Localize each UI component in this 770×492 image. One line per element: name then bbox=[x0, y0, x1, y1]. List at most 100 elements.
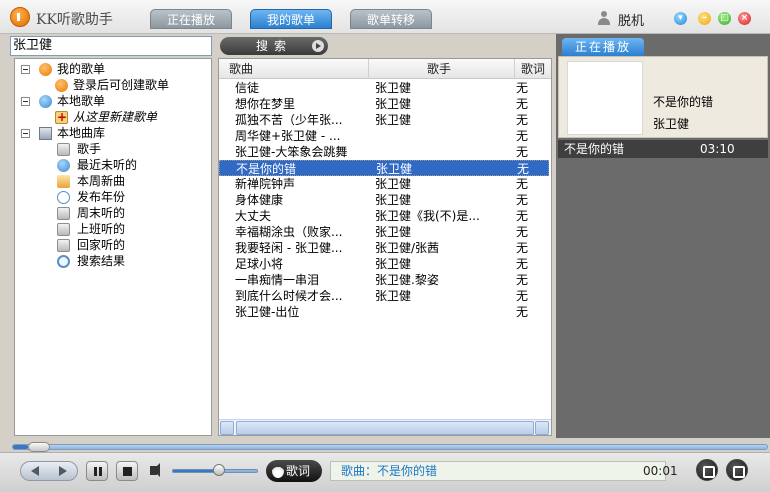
song-cell: 我要轻闲 - 张卫健... bbox=[235, 241, 343, 255]
collapse-icon[interactable] bbox=[21, 129, 30, 138]
tree-item-weekend[interactable]: 周末听的 bbox=[21, 205, 209, 221]
volume-icon[interactable] bbox=[150, 463, 160, 477]
horizontal-scrollbar[interactable] bbox=[219, 419, 551, 435]
table-row[interactable]: 身体健康 张卫健 无 bbox=[219, 192, 549, 208]
lyrics-cell: 无 bbox=[516, 305, 529, 319]
now-playing-info: 不是你的错 张卫健 bbox=[558, 56, 768, 138]
tab-now-playing[interactable]: 正在播放 bbox=[150, 9, 232, 29]
tree-label: 周末听的 bbox=[77, 206, 126, 220]
tree-item-home[interactable]: 回家听的 bbox=[21, 237, 209, 253]
tree-item-login-hint[interactable]: 登录后可创建歌单 bbox=[21, 77, 209, 93]
prev-next-control bbox=[20, 461, 78, 481]
tree-item-recent[interactable]: 最近未听的 bbox=[21, 157, 209, 173]
song-cell: 到底什么时候才会... bbox=[235, 289, 343, 303]
playlist-toggle-icon[interactable] bbox=[726, 459, 748, 481]
pause-button[interactable] bbox=[86, 461, 108, 481]
minimize-icon[interactable]: – bbox=[698, 12, 711, 25]
table-row[interactable]: 张卫健-出位 无 bbox=[219, 304, 549, 320]
table-row[interactable]: 我要轻闲 - 张卫健... 张卫健/张茜 无 bbox=[219, 240, 549, 256]
collapse-icon[interactable] bbox=[21, 65, 30, 74]
lyrics-cell: 无 bbox=[516, 81, 529, 95]
close-icon[interactable]: × bbox=[738, 12, 751, 25]
song-cell: 幸福糊涂虫（败家... bbox=[235, 225, 343, 239]
table-row[interactable]: 新禅院钟声 张卫健 无 bbox=[219, 176, 549, 192]
lyrics-cell: 无 bbox=[516, 225, 529, 239]
playlist-item[interactable]: 不是你的错 03:10 bbox=[558, 140, 768, 158]
next-icon[interactable] bbox=[59, 466, 67, 476]
table-row[interactable]: 到底什么时候才会... 张卫健 无 bbox=[219, 288, 549, 304]
singer-icon bbox=[57, 143, 70, 156]
tree-label: 歌手 bbox=[77, 142, 102, 156]
lyrics-cell: 无 bbox=[516, 193, 529, 207]
scroll-right-icon[interactable] bbox=[535, 421, 549, 435]
tree-item-local-playlists[interactable]: 本地歌单 bbox=[21, 93, 209, 109]
music-note-icon bbox=[272, 464, 284, 478]
tree-label: 搜索结果 bbox=[77, 254, 126, 268]
album-cover bbox=[567, 61, 643, 135]
search-input[interactable]: 张卫健 bbox=[10, 36, 212, 56]
table-row[interactable]: 一串痴情一串泪 张卫健.黎姿 无 bbox=[219, 272, 549, 288]
artist-cell: 张卫健 bbox=[375, 113, 412, 127]
table-row[interactable]: 幸福糊涂虫（败家... 张卫健 无 bbox=[219, 224, 549, 240]
scroll-thumb[interactable] bbox=[236, 421, 534, 435]
search-button[interactable]: 搜索 bbox=[220, 37, 328, 55]
local-icon bbox=[39, 95, 52, 108]
tree-item-search-results[interactable]: 搜索结果 bbox=[21, 253, 209, 269]
tree-item-new-songs[interactable]: 本周新曲 bbox=[21, 173, 209, 189]
artist-cell: 张卫健 bbox=[375, 177, 412, 191]
column-header-lyrics[interactable]: 歌词 bbox=[515, 59, 551, 79]
artist-cell: 张卫健/张茜 bbox=[375, 241, 440, 255]
table-row[interactable]: 张卫健-大笨象会跳舞 无 bbox=[219, 144, 549, 160]
table-row[interactable]: 足球小将 张卫健 无 bbox=[219, 256, 549, 272]
tree-item-singer[interactable]: 歌手 bbox=[21, 141, 209, 157]
lyrics-button[interactable]: 歌词 bbox=[266, 460, 322, 482]
scroll-left-icon[interactable] bbox=[220, 421, 234, 435]
mini-mode-icon[interactable] bbox=[696, 459, 718, 481]
search-icon bbox=[57, 255, 70, 268]
playlist-item-duration: 03:10 bbox=[700, 142, 735, 156]
tree-item-local-library[interactable]: 本地曲库 bbox=[21, 125, 209, 141]
artist-cell: 张卫健.黎姿 bbox=[375, 273, 439, 287]
table-row[interactable]: 信徒 张卫健 无 bbox=[219, 80, 549, 96]
new-song-icon bbox=[57, 175, 70, 188]
stop-button[interactable] bbox=[116, 461, 138, 481]
table-row[interactable]: 不是你的错 张卫健 无 bbox=[219, 160, 549, 176]
table-row[interactable]: 大丈夫 张卫健《我(不)是... 无 bbox=[219, 208, 549, 224]
playback-progress-bar[interactable] bbox=[12, 442, 768, 452]
maximize-icon[interactable]: □ bbox=[718, 12, 731, 25]
tab-my-playlists[interactable]: 我的歌单 bbox=[250, 9, 332, 29]
offline-button[interactable]: 脱机 bbox=[618, 10, 644, 29]
artist-cell: 张卫健 bbox=[376, 162, 413, 176]
column-header-artist[interactable]: 歌手 bbox=[369, 59, 515, 79]
tab-playlist-transfer[interactable]: 歌单转移 bbox=[350, 9, 432, 29]
column-header-song[interactable]: 歌曲 bbox=[219, 59, 369, 79]
playlist-icon bbox=[39, 63, 52, 76]
help-icon[interactable]: ▾ bbox=[674, 12, 687, 25]
song-cell: 周华健+张卫健 - ... bbox=[235, 129, 341, 143]
table-row[interactable]: 周华健+张卫健 - ... 无 bbox=[219, 128, 549, 144]
tree-item-release-year[interactable]: 发布年份 bbox=[21, 189, 209, 205]
song-cell: 身体健康 bbox=[235, 193, 284, 207]
artist-cell: 张卫健 bbox=[375, 97, 412, 111]
song-cell: 大丈夫 bbox=[235, 209, 272, 223]
tab-now-playing-panel[interactable]: 正在播放 bbox=[562, 38, 644, 56]
now-playing-song: 不是你的错 bbox=[653, 95, 714, 109]
table-row[interactable]: 孤独不苦（少年张... 张卫健 无 bbox=[219, 112, 549, 128]
table-row[interactable]: 想你在梦里 张卫健 无 bbox=[219, 96, 549, 112]
lyrics-cell: 无 bbox=[516, 209, 529, 223]
playlist-item-title: 不是你的错 bbox=[564, 142, 625, 156]
previous-icon[interactable] bbox=[31, 466, 39, 476]
tree-item-my-playlists[interactable]: 我的歌单 bbox=[21, 61, 209, 77]
progress-thumb[interactable] bbox=[28, 442, 50, 452]
lyrics-cell: 无 bbox=[517, 162, 530, 176]
search-button-label: 搜索 bbox=[256, 39, 293, 53]
lyrics-cell: 无 bbox=[516, 113, 529, 127]
collapse-icon[interactable] bbox=[21, 97, 30, 106]
tree-item-work[interactable]: 上班听的 bbox=[21, 221, 209, 237]
tree-item-new-playlist[interactable]: 从这里新建歌单 bbox=[21, 109, 209, 125]
tree-label: 回家听的 bbox=[77, 238, 126, 252]
table-header: 歌曲 歌手 歌词 bbox=[219, 59, 551, 79]
app-title: KK听歌助手 bbox=[36, 12, 113, 28]
volume-thumb[interactable] bbox=[213, 464, 225, 476]
song-table: 歌曲 歌手 歌词 信徒 张卫健无想你在梦里 张卫健无孤独不苦（少年张... 张卫健无周… bbox=[218, 58, 552, 436]
